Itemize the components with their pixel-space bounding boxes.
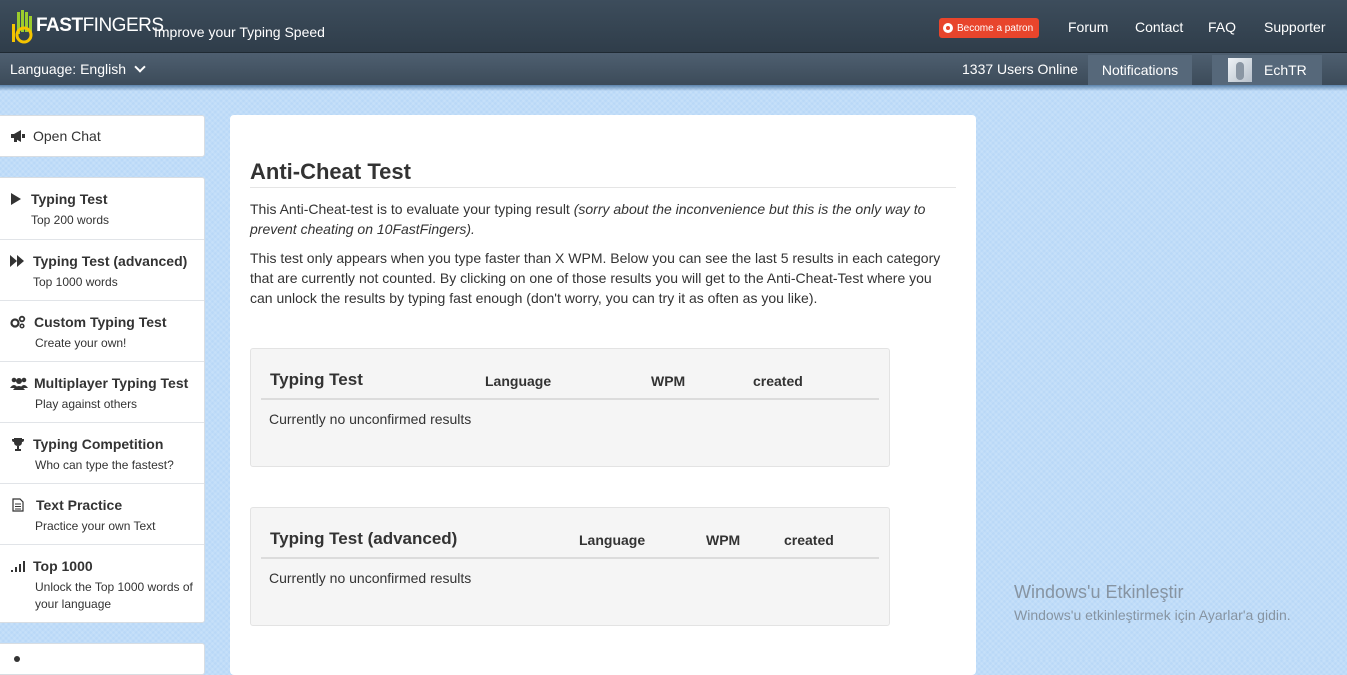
sidebar-item-title: Top 1000 [33,558,93,574]
users-icon [10,376,28,390]
notifications-label: Notifications [1101,62,1179,78]
results-table-typing-test-advanced: Typing Test (advanced) Language WPM crea… [250,507,890,626]
open-chat-label: Open Chat [33,128,101,144]
play-icon [11,193,25,207]
nav-forum[interactable]: Forum [1068,19,1108,35]
logo-fingers-text: FINGERS [82,15,164,36]
chevron-down-icon [134,61,146,73]
nav-supporter[interactable]: Supporter [1264,19,1325,35]
sidebar-item-title: Custom Typing Test [34,314,167,330]
column-header-language: Language [579,532,646,548]
sidebar-item-title: Text Practice [36,497,123,513]
avatar [1228,58,1252,82]
user-menu-button[interactable]: EchTR [1212,55,1322,85]
sidebar-nav: Typing Test Top 200 words Typing Test (a… [0,177,205,623]
intro-text: This Anti-Cheat-test is to evaluate your… [250,201,574,217]
sidebar-item-subtitle: Top 200 words [31,213,110,227]
sidebar-item-title: Typing Test [31,191,108,207]
become-patron-button[interactable]: Become a patron [939,18,1040,38]
sidebar-item-subtitle: Top 1000 words [33,275,118,289]
sidebar-item-text-practice[interactable]: Text Practice Practice your own Text [0,483,204,544]
trophy-icon [11,437,25,451]
sidebar-item-subtitle: Play against others [35,397,138,411]
sidebar-item-top-1000[interactable]: Top 1000 Unlock the Top 1000 words of yo… [0,544,204,623]
column-header-created: created [753,373,803,389]
empty-results-message: Currently no unconfirmed results [269,570,472,586]
nav-faq[interactable]: FAQ [1208,19,1236,35]
signal-bars-icon [11,559,25,573]
users-online-count: 1337 Users Online [962,61,1078,77]
sidebar-next-box [0,643,205,675]
sidebar-item-subtitle: Create your own! [35,336,127,350]
site-logo[interactable]: FASTFINGERS [10,6,164,46]
main-panel: Anti-Cheat Test This Anti-Cheat-test is … [230,115,976,675]
open-chat-button[interactable]: Open Chat [0,115,205,157]
site-tagline: Improve your Typing Speed [154,24,325,40]
description-paragraph: This test only appears when you type fas… [250,250,941,306]
hand-logo-icon [10,8,34,44]
page-title: Anti-Cheat Test [250,159,411,184]
logo-fast-text: FAST [36,15,83,36]
top-header: FASTFINGERS Improve your Typing Speed Be… [0,0,1347,53]
sidebar-item-subtitle: Unlock the Top 1000 words of your langua… [35,580,193,611]
sidebar-item-title: Typing Test (advanced) [33,253,188,269]
title-divider [250,187,956,188]
user-icon [14,656,20,662]
results-table-typing-test: Typing Test Language WPM created Current… [250,348,890,467]
language-selector[interactable]: Language: English [10,61,146,77]
table-title: Typing Test [270,370,363,389]
sidebar-item-typing-test-advanced[interactable]: Typing Test (advanced) Top 1000 words [0,239,204,300]
cogs-icon [10,315,26,329]
notifications-button[interactable]: Notifications [1088,55,1192,85]
fast-forward-icon [10,255,24,269]
table-header-divider [261,398,879,400]
sidebar-item-title: Typing Competition [33,436,164,452]
table-title: Typing Test (advanced) [270,529,458,548]
column-header-language: Language [485,373,552,389]
activation-watermark-title: Windows'u Etkinleştir [1014,582,1184,602]
sidebar-item-subtitle: Who can type the fastest? [35,458,174,472]
username: EchTR [1264,62,1307,78]
column-header-wpm: WPM [706,532,741,548]
header-shadow [0,85,1347,91]
sidebar-item-subtitle: Practice your own Text [35,519,156,533]
empty-results-message: Currently no unconfirmed results [269,411,472,427]
document-icon [12,498,26,512]
language-label: Language: English [10,61,126,77]
patron-label: Become a patron [957,22,1034,34]
sidebar-item-custom-typing-test[interactable]: Custom Typing Test Create your own! [0,300,204,361]
megaphone-icon [10,129,26,148]
patreon-icon [943,23,953,33]
sidebar-item-title: Multiplayer Typing Test [34,375,189,391]
intro-paragraph: This Anti-Cheat-test is to evaluate your… [250,199,950,239]
sub-header: Language: English 1337 Users Online Noti… [0,53,1347,85]
sidebar-item-typing-test[interactable]: Typing Test Top 200 words [0,178,204,238]
activation-watermark-subtitle: Windows'u etkinleştirmek için Ayarlar'a … [1014,607,1291,623]
sidebar-item-multiplayer[interactable]: Multiplayer Typing Test Play against oth… [0,361,204,422]
nav-contact[interactable]: Contact [1135,19,1183,35]
table-header-divider [261,557,879,559]
column-header-created: created [784,532,834,548]
sidebar-item-typing-competition[interactable]: Typing Competition Who can type the fast… [0,422,204,483]
column-header-wpm: WPM [651,373,686,389]
